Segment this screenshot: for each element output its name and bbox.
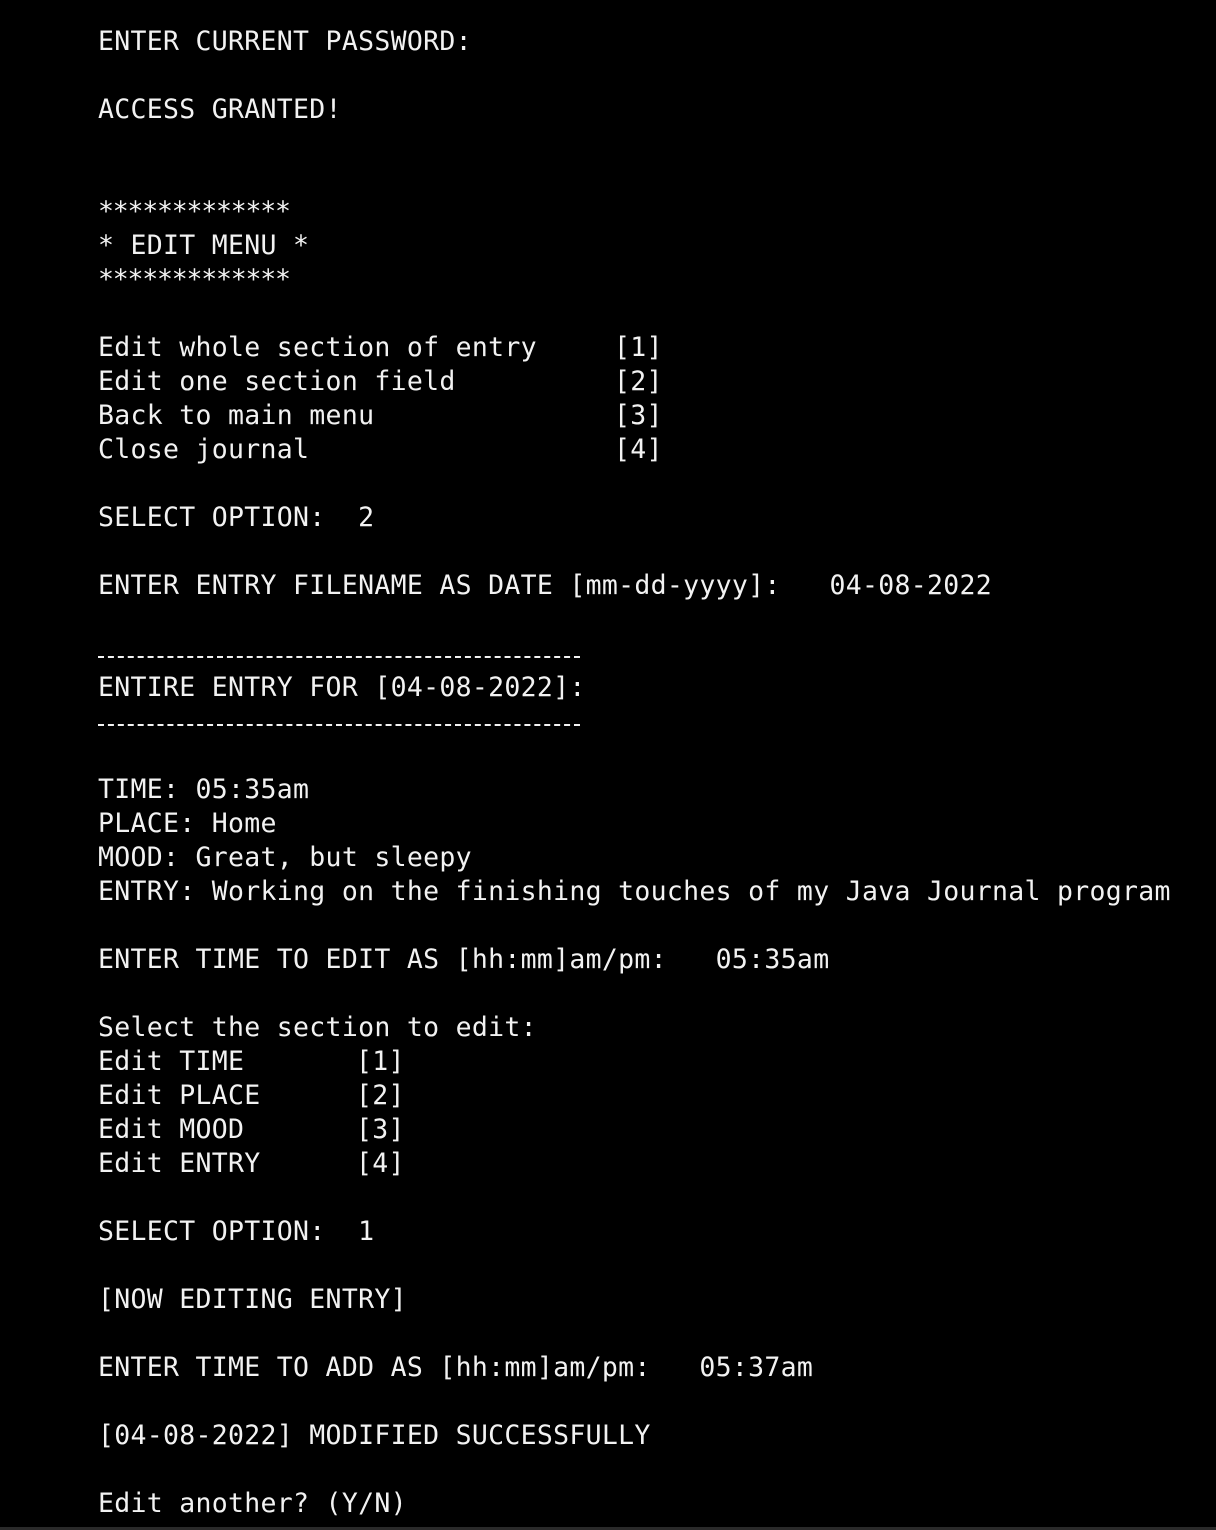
entry-details: TIME: 05:35am PLACE: Home MOOD: Great, b… [98,773,1206,909]
edit-menu-option: Edit one section field [2] [98,365,1206,399]
modified-success-message: [04-08-2022] MODIFIED SUCCESSFULLY [98,1420,651,1451]
entry-place: PLACE: Home [98,808,277,839]
section-menu-option: Edit ENTRY [4] [98,1147,1206,1181]
edit-menu-option: Edit whole section of entry [1] [98,331,1206,365]
password-prompt: ENTER CURRENT PASSWORD: [98,26,472,57]
entry-header: ENTIRE ENTRY FOR [04-08-2022]: [98,672,586,703]
section-menu: Select the section to edit: Edit TIME [1… [98,1011,1206,1249]
filename-prompt: ENTER ENTRY FILENAME AS DATE [mm-dd-yyyy… [98,570,992,601]
section-menu-option-label: Edit MOOD [98,1114,245,1145]
entry-text: ENTRY: Working on the finishing touches … [98,876,1171,907]
entry-time: TIME: 05:35am [98,774,310,805]
edit-menu-border-bottom: ************* [98,264,291,295]
section-menu-option-label: Edit ENTRY [98,1148,261,1179]
edit-menu-title: * EDIT MENU * [98,230,310,261]
now-editing-status: [NOW EDITING ENTRY] [98,1284,407,1315]
section-menu-option: Edit PLACE [2] [98,1079,1206,1113]
section-menu-option-key: [2] [356,1080,405,1111]
access-granted-message: ACCESS GRANTED! [98,94,342,125]
terminal-window[interactable]: ENTER CURRENT PASSWORD: ACCESS GRANTED! … [0,0,1216,1530]
edit-menu-option-label: Edit one section field [98,366,456,397]
section-menu-option-key: [1] [356,1046,405,1077]
select-option-prompt: SELECT OPTION: 1 [98,1216,375,1247]
edit-menu-option-key: [4] [614,434,663,465]
section-menu-option-label: Edit PLACE [98,1080,261,1111]
edit-menu-option-key: [1] [614,332,663,363]
section-menu-heading: Select the section to edit: [98,1012,537,1043]
section-menu-option-label: Edit TIME [98,1046,245,1077]
section-menu-option-key: [4] [356,1148,405,1179]
entry-mood: MOOD: Great, but sleepy [98,842,472,873]
section-menu-option: Edit MOOD [3] [98,1113,1206,1147]
edit-another-prompt[interactable]: Edit another? (Y/N) [98,1487,1206,1521]
select-option-prompt: SELECT OPTION: 2 [98,502,375,533]
section-menu-option-key: [3] [356,1114,405,1145]
edit-menu-option-label: Edit whole section of entry [98,332,537,363]
entry-separator-bottom [98,705,580,739]
edit-menu-option-key: [2] [614,366,663,397]
time-add-prompt: ENTER TIME TO ADD AS [hh:mm]am/pm: 05:37… [98,1352,814,1383]
edit-menu-border-top: ************* [98,196,291,227]
section-menu-option: Edit TIME [1] [98,1045,1206,1079]
edit-menu-option-key: [3] [614,400,663,431]
edit-menu-option-label: Back to main menu [98,400,375,431]
edit-menu: ************* * EDIT MENU * ************… [98,195,1206,535]
edit-menu-option-label: Close journal [98,434,310,465]
edit-menu-option: Close journal [4] [98,433,1206,467]
edit-menu-option: Back to main menu [3] [98,399,1206,433]
entry-separator-top [98,637,580,671]
time-edit-prompt: ENTER TIME TO EDIT AS [hh:mm]am/pm: 05:3… [98,944,830,975]
